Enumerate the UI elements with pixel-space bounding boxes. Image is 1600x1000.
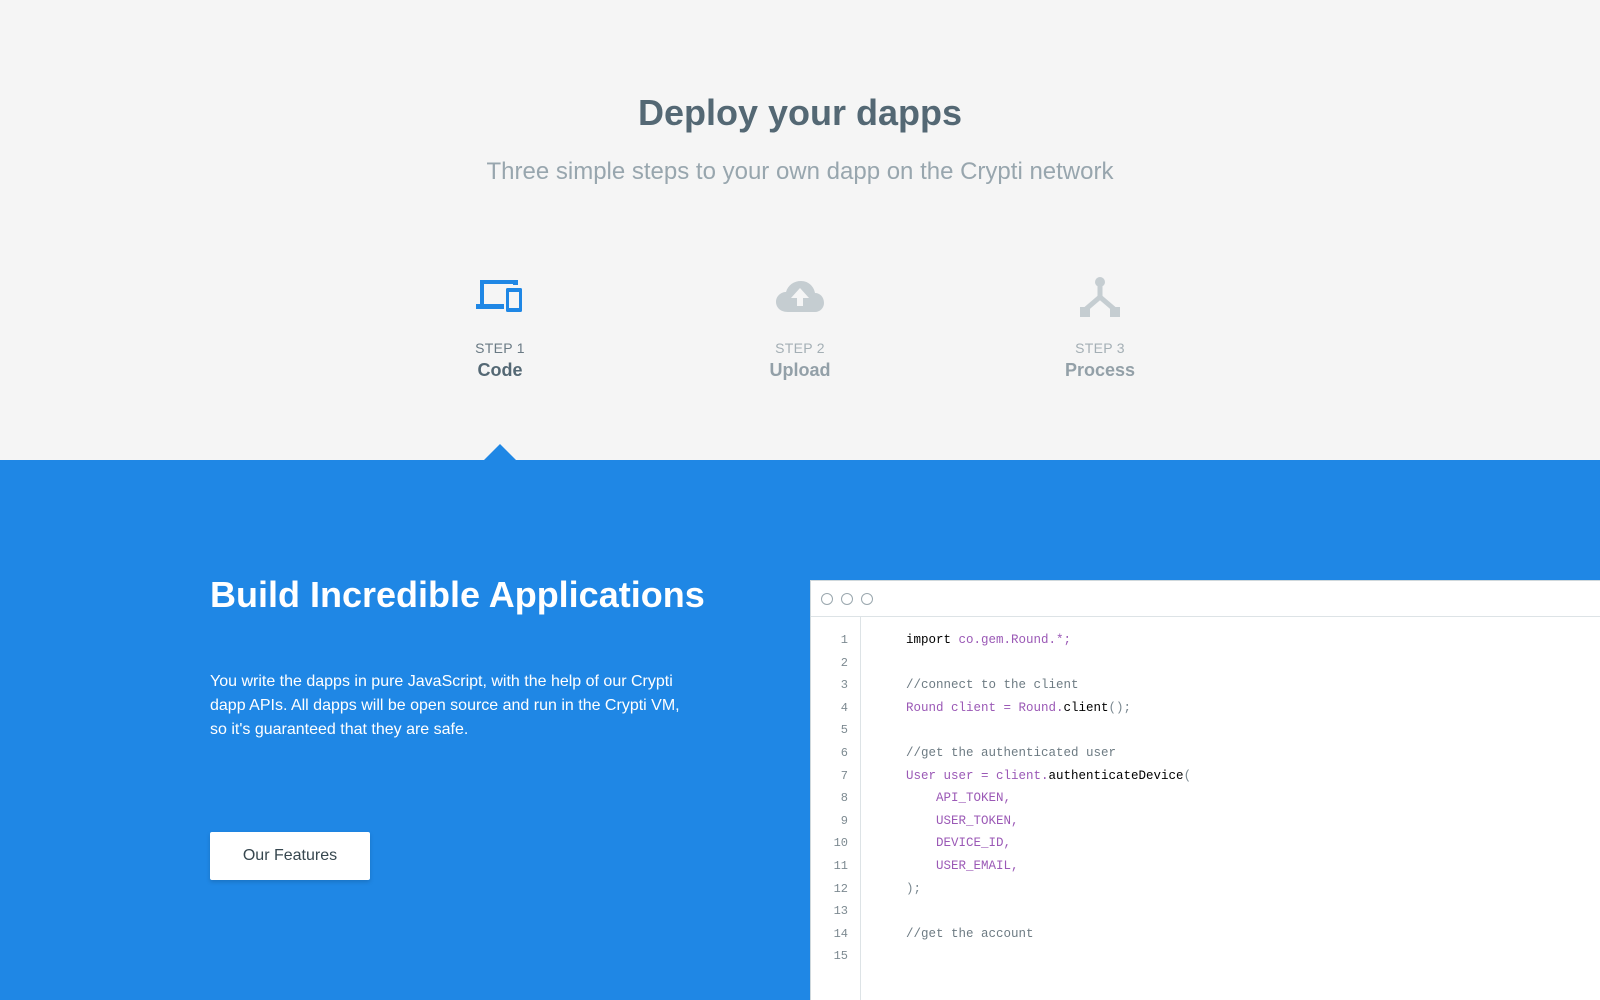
step-label: Process <box>1064 360 1136 380</box>
line-number: 10 <box>833 836 848 851</box>
code-line: API_TOKEN, <box>906 791 1011 805</box>
active-step-pointer <box>484 444 516 460</box>
code-token: //get the account <box>906 926 1034 941</box>
build-title: Build Incredible Applications <box>210 574 705 615</box>
code-line: ); <box>906 882 921 896</box>
line-number: 1 <box>840 633 848 647</box>
code-line: //get the account <box>906 927 1034 941</box>
line-number: 14 <box>833 926 848 941</box>
line-number: 13 <box>833 904 848 919</box>
code-editor: 1 2 3 4 5 6 7 8 9 10 11 12 13 14 15 import co.gem.Roun… <box>810 580 1600 1000</box>
code-line: //connect to the client <box>906 678 1079 692</box>
code-line: USER_TOKEN, <box>906 814 1019 828</box>
code-token: Round client = Round. <box>906 700 1064 715</box>
window-dot-close[interactable] <box>821 593 833 605</box>
editor-titlebar <box>811 581 1600 617</box>
cloud-upload-icon <box>776 281 824 312</box>
code-line: import co.gem.Round.*; <box>906 633 1071 647</box>
code-token: ( <box>1183 768 1192 783</box>
code-token: API_TOKEN, <box>906 791 1012 806</box>
window-dot-minimize[interactable] <box>841 593 853 605</box>
code-token: DEVICE_ID, <box>906 836 1012 851</box>
code-line: Round client = Round.client(); <box>906 701 1131 715</box>
steps-section: Deploy your dapps Three simple steps to … <box>0 0 1600 460</box>
line-number: 4 <box>840 700 848 715</box>
line-number-gutter: 1 2 3 4 5 6 7 8 9 10 11 12 13 14 15 <box>811 617 861 1000</box>
line-number: 11 <box>833 859 848 873</box>
line-number: 7 <box>840 768 848 783</box>
devices-icon <box>476 280 522 312</box>
step-code[interactable]: STEP 1 Code <box>400 276 600 381</box>
code-line: //get the authenticated user <box>906 746 1116 760</box>
line-number: 5 <box>840 723 848 738</box>
line-number: 12 <box>833 881 848 896</box>
window-dot-maximize[interactable] <box>861 593 873 605</box>
code-line: DEVICE_ID, <box>906 836 1011 850</box>
step-number: STEP 1 <box>475 340 525 356</box>
code-token: ); <box>906 881 922 896</box>
build-description: You write the dapps in pure JavaScript, … <box>210 673 680 738</box>
step-label: Code <box>477 360 523 380</box>
fork-icon <box>1080 277 1120 317</box>
our-features-button[interactable]: Our Features <box>210 832 370 880</box>
line-number: 15 <box>833 949 848 964</box>
line-number: 9 <box>840 813 848 828</box>
code-token: USER_TOKEN, <box>906 813 1019 828</box>
step-process[interactable]: STEP 3 Process <box>1000 276 1200 381</box>
line-number: 6 <box>840 746 848 760</box>
step-number: STEP 3 <box>1075 340 1125 356</box>
line-number: 2 <box>840 655 848 670</box>
line-number: 3 <box>840 678 848 693</box>
page-subtitle: Three simple steps to your own dapp on t… <box>486 158 1114 185</box>
code-token: //get the authenticated user <box>906 746 1117 760</box>
code-token: User user = client. <box>906 768 1049 783</box>
code-token: co.gem.Round.*; <box>951 633 1072 647</box>
step-upload[interactable]: STEP 2 Upload <box>700 276 900 381</box>
code-token: import <box>906 633 952 647</box>
code-token: (); <box>1108 700 1132 715</box>
code-line: USER_EMAIL, <box>906 859 1019 873</box>
code-line: User user = client.authenticateDevice( <box>906 769 1191 783</box>
step-label: Upload <box>769 360 831 380</box>
code-token: client <box>1063 700 1109 715</box>
line-number: 8 <box>840 791 848 806</box>
step-number: STEP 2 <box>775 340 825 356</box>
code-token: USER_EMAIL, <box>906 859 1019 873</box>
code-token: //connect to the client <box>906 678 1079 693</box>
page-title: Deploy your dapps <box>637 92 963 133</box>
code-token: authenticateDevice <box>1048 768 1184 783</box>
